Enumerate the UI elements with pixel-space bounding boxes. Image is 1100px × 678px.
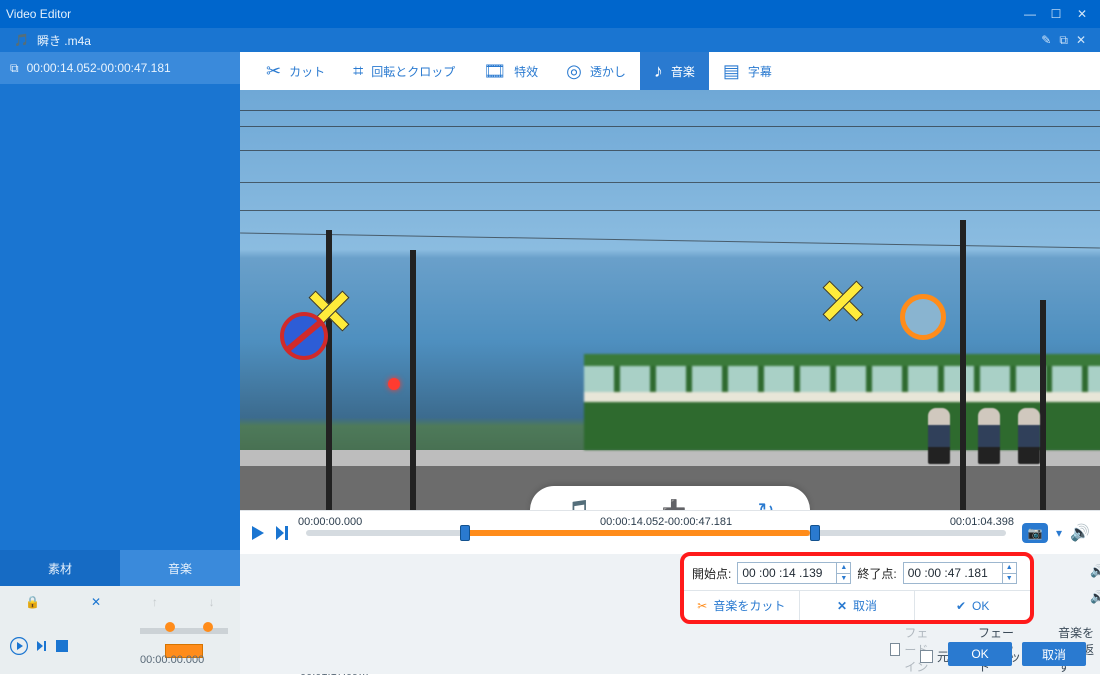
mini-timeline[interactable]: 00:00:00.000 00:00:13.510-00:01:17.69…: [0, 618, 240, 674]
tab-material[interactable]: 素材: [0, 550, 120, 586]
ok-trim-button[interactable]: ✔OK: [914, 591, 1030, 620]
player-bar: 00:00:00.000 00:00:14.052-00:00:47.181 0…: [240, 510, 1100, 554]
mini-step-icon[interactable]: [34, 638, 50, 654]
refresh-icon[interactable]: ↻: [758, 498, 775, 511]
mini-track[interactable]: [140, 628, 228, 634]
start-down-icon[interactable]: ▼: [836, 573, 850, 584]
mini-play-icon[interactable]: [10, 637, 28, 655]
cancel-button[interactable]: 取消: [1022, 642, 1086, 666]
left-tabs: 素材 音楽: [0, 550, 240, 586]
crop-icon: ⌗: [353, 61, 363, 82]
menu-rotate-crop[interactable]: ⌗回転とクロップ: [339, 52, 469, 90]
snapshot-button[interactable]: 📷: [1022, 523, 1048, 543]
menu-music[interactable]: ♪音楽: [640, 52, 709, 90]
end-label: 終了点:: [857, 565, 896, 582]
mini-t0: 00:00:00.000: [140, 654, 204, 666]
speaker-icon: 🔊: [1090, 590, 1100, 604]
ok-button[interactable]: OK: [948, 642, 1012, 666]
delete-icon[interactable]: ✕: [91, 595, 101, 609]
edit-icon[interactable]: ✎: [1041, 33, 1051, 47]
end-time-spinner[interactable]: ▲▼: [903, 562, 1017, 584]
maximize-button[interactable]: ☐: [1044, 4, 1068, 24]
handle-end[interactable]: [810, 525, 820, 541]
start-label: 開始点:: [692, 565, 731, 582]
end-time-input[interactable]: [904, 563, 1002, 583]
video-preview: 🎵 ➕ ↻: [240, 90, 1100, 510]
film-icon: 🎞: [483, 61, 506, 82]
file-bar: 🎵 瞬き .m4a ✎ ⧉ ✕: [0, 28, 1100, 52]
checkbox-icon: ✔: [890, 643, 900, 656]
t-end: 00:01:04.398: [950, 516, 1014, 528]
step-button[interactable]: [274, 525, 290, 541]
bottom-panel: 開始点: ▲▼ 終了点: ▲▼ ✂音楽をカット ✕取消 ✔OK: [240, 554, 1100, 674]
audio-file-icon: 🎵: [14, 33, 29, 47]
play-button[interactable]: [250, 525, 266, 541]
progress-track[interactable]: 00:00:00.000 00:00:14.052-00:00:47.181 0…: [306, 530, 1006, 536]
tool-row: 🔒 ✕ ↑ ↓: [0, 586, 240, 618]
close-file-icon[interactable]: ✕: [1076, 33, 1086, 47]
move-up-icon: ↑: [152, 595, 158, 609]
volume-icon[interactable]: 🔊: [1070, 523, 1090, 543]
lock-icon[interactable]: 🔒: [25, 595, 40, 609]
menu-cut[interactable]: ✂カット: [252, 52, 339, 90]
start-up-icon[interactable]: ▲: [836, 563, 850, 573]
clip-row[interactable]: ⧉ 00:00:14.052-00:00:47.181: [0, 52, 240, 84]
tab-music[interactable]: 音楽: [120, 550, 240, 586]
duplicate-icon[interactable]: ⧉: [1059, 33, 1068, 48]
add-clip-icon[interactable]: ➕: [662, 498, 687, 511]
music-icon: ♪: [654, 61, 663, 82]
clip-icon: ⧉: [10, 61, 19, 76]
trim-edit-box: 開始点: ▲▼ 終了点: ▲▼ ✂音楽をカット ✕取消 ✔OK: [680, 552, 1034, 624]
stamp-icon: ◎: [566, 61, 582, 82]
speaker-icon: 🔊: [1090, 564, 1100, 578]
checkbox-icon: ✔: [920, 650, 933, 663]
minimize-button[interactable]: —: [1018, 4, 1042, 24]
end-up-icon[interactable]: ▲: [1002, 563, 1016, 573]
start-time-spinner[interactable]: ▲▼: [737, 562, 851, 584]
file-name: 瞬き .m4a: [37, 32, 91, 49]
titlebar: Video Editor — ☐ ✕: [0, 0, 1100, 28]
menu-effect[interactable]: 🎞特效: [469, 52, 552, 90]
handle-start[interactable]: [460, 525, 470, 541]
top-menu: ✂カット ⌗回転とクロップ 🎞特效 ◎透かし ♪音楽 ▤字幕: [240, 52, 1100, 90]
mini-stop-icon[interactable]: [56, 640, 68, 652]
close-button[interactable]: ✕: [1070, 4, 1094, 24]
end-down-icon[interactable]: ▼: [1002, 573, 1016, 584]
scissors-icon: ✂: [697, 599, 707, 613]
t-start: 00:00:00.000: [298, 516, 362, 528]
window-title: Video Editor: [6, 7, 1016, 21]
add-music-point-icon[interactable]: 🎵: [566, 498, 591, 511]
clip-range: 00:00:14.052-00:00:47.181: [27, 61, 171, 75]
cancel-trim-button[interactable]: ✕取消: [799, 591, 915, 620]
t-range: 00:00:14.052-00:00:47.181: [600, 516, 732, 528]
cut-music-button[interactable]: ✂音楽をカット: [684, 591, 799, 620]
x-icon: ✕: [837, 599, 847, 613]
start-time-input[interactable]: [738, 563, 836, 583]
move-down-icon: ↓: [209, 595, 215, 609]
left-panel: ⧉ 00:00:14.052-00:00:47.181 素材 音楽 🔒 ✕ ↑ …: [0, 52, 240, 674]
preview-action-tray: 🎵 ➕ ↻: [530, 486, 810, 510]
scissors-icon: ✂: [266, 61, 281, 82]
check-icon: ✔: [956, 599, 966, 613]
menu-subtitle[interactable]: ▤字幕: [709, 52, 786, 90]
menu-watermark[interactable]: ◎透かし: [552, 52, 640, 90]
snapshot-dropdown-icon[interactable]: ▾: [1056, 526, 1062, 540]
dialog-buttons: OK 取消: [948, 642, 1086, 666]
subtitle-icon: ▤: [723, 61, 740, 82]
right-panel: ✂カット ⌗回転とクロップ 🎞特效 ◎透かし ♪音楽 ▤字幕: [240, 52, 1100, 674]
